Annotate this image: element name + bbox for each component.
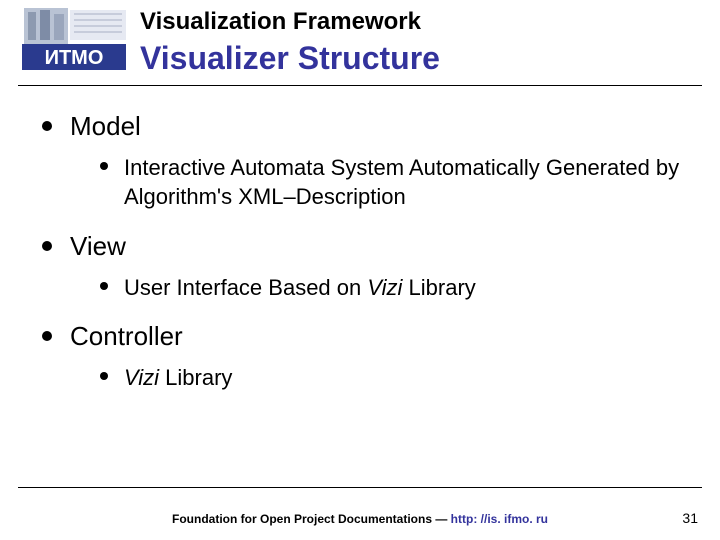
sub-suffix: Library	[402, 275, 475, 300]
heading-block: Visualization Framework Visualizer Struc…	[140, 8, 720, 77]
sub-list: Vizi Library	[98, 363, 690, 393]
svg-text:ИTMO: ИTMO	[45, 47, 104, 69]
sub-bullet: Interactive Automata System Automaticall…	[98, 153, 690, 212]
bullet-view: View User Interface Based on Vizi Librar…	[40, 230, 690, 302]
bullet-label: View	[70, 231, 126, 261]
sub-em: Vizi	[124, 365, 159, 390]
slide-header: ИTMO Visualization Framework Visualizer …	[0, 0, 720, 86]
slide: ИTMO Visualization Framework Visualizer …	[0, 0, 720, 540]
bullet-list: Model Interactive Automata System Automa…	[40, 110, 690, 392]
bullet-model: Model Interactive Automata System Automa…	[40, 110, 690, 212]
sub-bullet: Vizi Library	[98, 363, 690, 393]
supertitle: Visualization Framework	[140, 8, 720, 37]
itmo-logo: ИTMO	[18, 4, 130, 72]
sub-bullet: User Interface Based on Vizi Library	[98, 273, 690, 303]
footer-text: Foundation for Open Project Documentatio…	[172, 512, 451, 526]
header-divider	[18, 85, 702, 86]
sub-prefix: User Interface Based on	[124, 275, 367, 300]
slide-body: Model Interactive Automata System Automa…	[0, 86, 720, 392]
sub-text: Interactive Automata System Automaticall…	[124, 155, 679, 210]
slide-title: Visualizer Structure	[140, 39, 720, 77]
bullet-label: Model	[70, 111, 141, 141]
footer: Foundation for Open Project Documentatio…	[0, 512, 720, 526]
sub-list: User Interface Based on Vizi Library	[98, 273, 690, 303]
sub-suffix: Library	[159, 365, 232, 390]
bullet-label: Controller	[70, 321, 183, 351]
logo-icon: ИTMO	[18, 4, 130, 72]
sub-list: Interactive Automata System Automaticall…	[98, 153, 690, 212]
bullet-controller: Controller Vizi Library	[40, 320, 690, 392]
footer-url: http: //is. ifmo. ru	[451, 512, 548, 526]
footer-divider	[18, 487, 702, 488]
sub-em: Vizi	[367, 275, 402, 300]
page-number: 31	[682, 510, 698, 526]
